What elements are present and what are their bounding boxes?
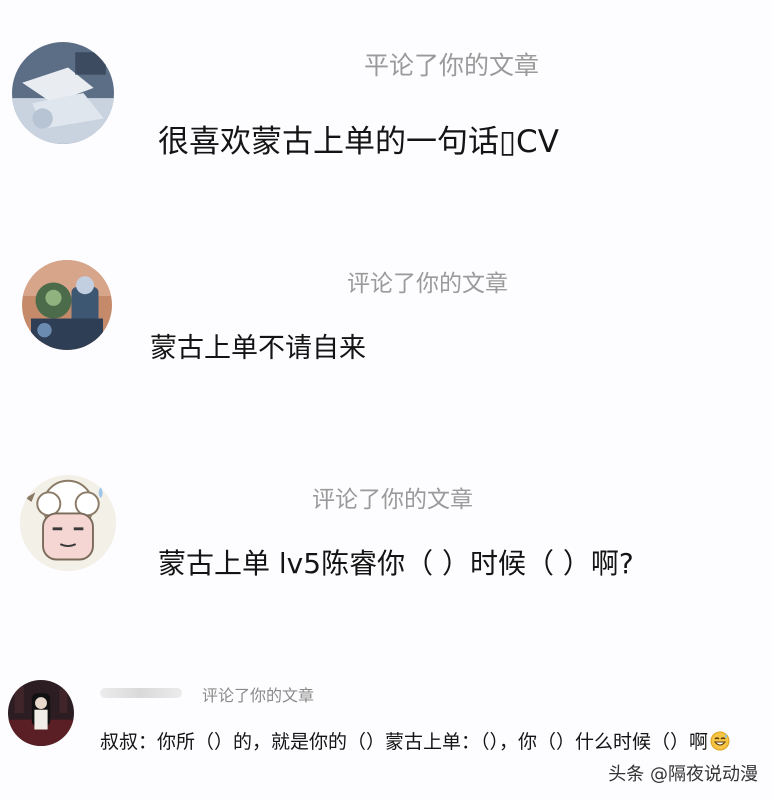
watermark: 头条 @隔夜说动漫 <box>608 764 758 785</box>
comment-line: 叔叔：你所（）的，就是你的（）蒙古上单：（），你（）什么时候（）啊 <box>100 727 730 754</box>
action-text: 评论了你的文章 <box>347 271 508 297</box>
comment-text: 蒙古上单不请自来 <box>150 333 366 364</box>
anime-character-avatar-icon <box>22 260 112 350</box>
dark-figure-avatar-icon <box>8 680 74 746</box>
action-text: 评论了你的文章 <box>312 487 473 513</box>
blurred-username <box>100 688 182 698</box>
grinning-sweat-emoji-icon <box>710 731 730 751</box>
blurry-photo-avatar-icon <box>12 42 114 144</box>
user-avatar[interactable] <box>22 260 112 350</box>
user-avatar[interactable] <box>20 475 116 571</box>
cartoon-sheep-avatar-icon <box>20 475 116 571</box>
comment-text: 很喜欢蒙古上单的一句话▯CV <box>158 124 559 160</box>
action-text: 评论了你的文章 <box>202 686 315 705</box>
comment-notification[interactable]: 平论了你的文章 很喜欢蒙古上单的一句话▯CV <box>0 0 772 200</box>
action-text: 平论了你的文章 <box>364 51 540 80</box>
comment-notification[interactable]: 评论了你的文章 蒙古上单不请自来 <box>0 200 772 400</box>
user-avatar[interactable] <box>12 42 114 144</box>
user-avatar[interactable] <box>8 680 74 746</box>
comment-notification[interactable]: 评论了你的文章 蒙古上单 lv5陈睿你（ ）时候（ ）啊? <box>0 400 772 660</box>
comment-text: 蒙古上单 lv5陈睿你（ ）时候（ ）啊? <box>158 547 634 580</box>
comment-text: 叔叔：你所（）的，就是你的（）蒙古上单：（），你（）什么时候（）啊 <box>100 731 709 753</box>
